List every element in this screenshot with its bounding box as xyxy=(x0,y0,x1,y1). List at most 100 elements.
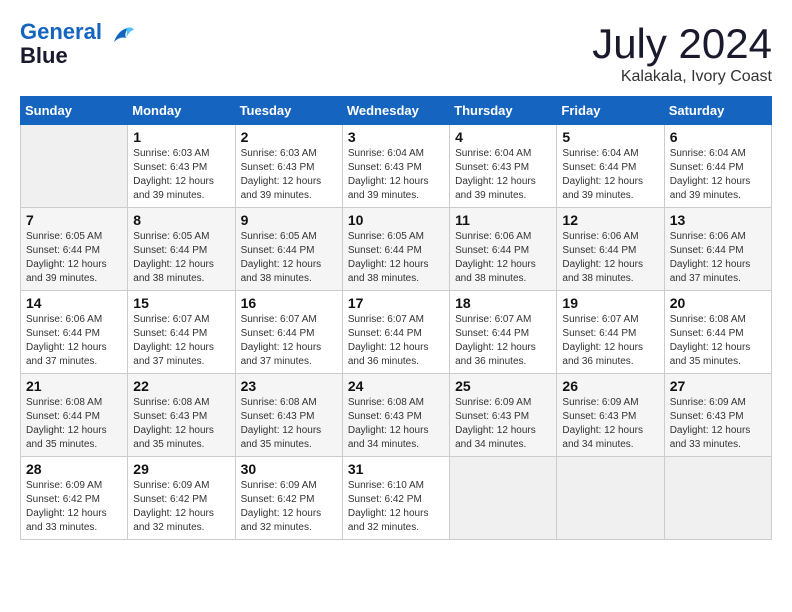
calendar-day-cell: 13 Sunrise: 6:06 AMSunset: 6:44 PMDayligh… xyxy=(664,208,771,291)
calendar-week-row: 21 Sunrise: 6:08 AMSunset: 6:44 PMDayligh… xyxy=(21,374,772,457)
day-info: Sunrise: 6:07 AMSunset: 6:44 PMDaylight:… xyxy=(133,313,229,369)
day-number: 2 xyxy=(241,129,337,145)
day-number: 23 xyxy=(241,378,337,394)
logo-bird-icon xyxy=(106,22,136,57)
day-number: 31 xyxy=(348,461,444,477)
calendar-day-cell: 2Sunrise: 6:03 AMSunset: 6:43 PMDaylight… xyxy=(235,125,342,208)
day-number: 15 xyxy=(133,295,229,311)
day-number: 12 xyxy=(562,212,658,228)
day-info: Sunrise: 6:09 AMSunset: 6:43 PMDaylight:… xyxy=(562,396,658,452)
day-number: 14 xyxy=(26,295,122,311)
calendar-day-cell: 31 Sunrise: 6:10 AMSunset: 6:42 PMDayligh… xyxy=(342,457,449,540)
day-number: 18 xyxy=(455,295,551,311)
day-number: 9 xyxy=(241,212,337,228)
calendar-day-cell: 30Sunrise: 6:09 AMSunset: 6:42 PMDayligh… xyxy=(235,457,342,540)
calendar-day-cell: 15 Sunrise: 6:07 AMSunset: 6:44 PMDayligh… xyxy=(128,291,235,374)
calendar-day-cell xyxy=(557,457,664,540)
day-info: Sunrise: 6:08 AMSunset: 6:43 PMDaylight:… xyxy=(241,396,337,452)
col-monday: Monday xyxy=(128,97,235,125)
day-info: Sunrise: 6:09 AMSunset: 6:43 PMDaylight:… xyxy=(455,396,551,452)
calendar-day-cell: 5 Sunrise: 6:04 AMSunset: 6:44 PMDaylight… xyxy=(557,125,664,208)
calendar-day-cell: 3 Sunrise: 6:04 AMSunset: 6:43 PMDaylight… xyxy=(342,125,449,208)
day-number: 21 xyxy=(26,378,122,394)
calendar-day-cell: 29 Sunrise: 6:09 AMSunset: 6:42 PMDayligh… xyxy=(128,457,235,540)
day-number: 16 xyxy=(241,295,337,311)
day-number: 17 xyxy=(348,295,444,311)
day-info: Sunrise: 6:10 AMSunset: 6:42 PMDaylight:… xyxy=(348,479,444,535)
calendar-day-cell: 7 Sunrise: 6:05 AMSunset: 6:44 PMDaylight… xyxy=(21,208,128,291)
day-info: Sunrise: 6:04 AMSunset: 6:44 PMDaylight:… xyxy=(562,147,658,203)
day-number: 3 xyxy=(348,129,444,145)
calendar-day-cell: 8Sunrise: 6:05 AMSunset: 6:44 PMDaylight… xyxy=(128,208,235,291)
title-area: July 2024 Kalakala, Ivory Coast xyxy=(592,20,772,86)
calendar-day-cell: 27 Sunrise: 6:09 AMSunset: 6:43 PMDayligh… xyxy=(664,374,771,457)
calendar-day-cell: 16Sunrise: 6:07 AMSunset: 6:44 PMDayligh… xyxy=(235,291,342,374)
day-info: Sunrise: 6:04 AMSunset: 6:43 PMDaylight:… xyxy=(348,147,444,203)
calendar-day-cell xyxy=(664,457,771,540)
calendar-week-row: 7 Sunrise: 6:05 AMSunset: 6:44 PMDaylight… xyxy=(21,208,772,291)
day-number: 19 xyxy=(562,295,658,311)
calendar-day-cell: 25 Sunrise: 6:09 AMSunset: 6:43 PMDayligh… xyxy=(450,374,557,457)
day-info: Sunrise: 6:06 AMSunset: 6:44 PMDaylight:… xyxy=(455,230,551,286)
calendar-header-row: Sunday Monday Tuesday Wednesday Thursday… xyxy=(21,97,772,125)
col-thursday: Thursday xyxy=(450,97,557,125)
col-wednesday: Wednesday xyxy=(342,97,449,125)
day-info: Sunrise: 6:06 AMSunset: 6:44 PMDaylight:… xyxy=(26,313,122,369)
calendar-day-cell: 28 Sunrise: 6:09 AMSunset: 6:42 PMDayligh… xyxy=(21,457,128,540)
calendar-day-cell: 12Sunrise: 6:06 AMSunset: 6:44 PMDayligh… xyxy=(557,208,664,291)
day-number: 7 xyxy=(26,212,122,228)
calendar-day-cell xyxy=(450,457,557,540)
calendar-day-cell xyxy=(21,125,128,208)
day-number: 13 xyxy=(670,212,766,228)
calendar-day-cell: 4Sunrise: 6:04 AMSunset: 6:43 PMDaylight… xyxy=(450,125,557,208)
day-info: Sunrise: 6:08 AMSunset: 6:44 PMDaylight:… xyxy=(26,396,122,452)
day-number: 6 xyxy=(670,129,766,145)
day-number: 27 xyxy=(670,378,766,394)
calendar-day-cell: 24Sunrise: 6:08 AMSunset: 6:43 PMDayligh… xyxy=(342,374,449,457)
calendar-day-cell: 21 Sunrise: 6:08 AMSunset: 6:44 PMDayligh… xyxy=(21,374,128,457)
month-title: July 2024 xyxy=(592,20,772,68)
day-number: 5 xyxy=(562,129,658,145)
location-subtitle: Kalakala, Ivory Coast xyxy=(592,68,772,86)
day-number: 29 xyxy=(133,461,229,477)
day-number: 4 xyxy=(455,129,551,145)
day-number: 11 xyxy=(455,212,551,228)
day-number: 28 xyxy=(26,461,122,477)
day-number: 25 xyxy=(455,378,551,394)
day-info: Sunrise: 6:05 AMSunset: 6:44 PMDaylight:… xyxy=(241,230,337,286)
day-number: 20 xyxy=(670,295,766,311)
calendar-day-cell: 18 Sunrise: 6:07 AMSunset: 6:44 PMDayligh… xyxy=(450,291,557,374)
col-saturday: Saturday xyxy=(664,97,771,125)
calendar-day-cell: 20Sunrise: 6:08 AMSunset: 6:44 PMDayligh… xyxy=(664,291,771,374)
day-info: Sunrise: 6:05 AMSunset: 6:44 PMDaylight:… xyxy=(26,230,122,286)
calendar-day-cell: 14 Sunrise: 6:06 AMSunset: 6:44 PMDayligh… xyxy=(21,291,128,374)
day-info: Sunrise: 6:05 AMSunset: 6:44 PMDaylight:… xyxy=(348,230,444,286)
day-info: Sunrise: 6:07 AMSunset: 6:44 PMDaylight:… xyxy=(348,313,444,369)
day-number: 1 xyxy=(133,129,229,145)
day-number: 26 xyxy=(562,378,658,394)
calendar-day-cell: 26 Sunrise: 6:09 AMSunset: 6:43 PMDayligh… xyxy=(557,374,664,457)
day-info: Sunrise: 6:09 AMSunset: 6:42 PMDaylight:… xyxy=(26,479,122,535)
day-info: Sunrise: 6:09 AMSunset: 6:42 PMDaylight:… xyxy=(133,479,229,535)
day-info: Sunrise: 6:08 AMSunset: 6:43 PMDaylight:… xyxy=(133,396,229,452)
day-number: 8 xyxy=(133,212,229,228)
calendar-day-cell: 23 Sunrise: 6:08 AMSunset: 6:43 PMDayligh… xyxy=(235,374,342,457)
col-sunday: Sunday xyxy=(21,97,128,125)
day-number: 22 xyxy=(133,378,229,394)
day-number: 30 xyxy=(241,461,337,477)
day-info: Sunrise: 6:03 AMSunset: 6:43 PMDaylight:… xyxy=(133,147,229,203)
calendar-day-cell: 19 Sunrise: 6:07 AMSunset: 6:44 PMDayligh… xyxy=(557,291,664,374)
calendar-day-cell: 22 Sunrise: 6:08 AMSunset: 6:43 PMDayligh… xyxy=(128,374,235,457)
day-info: Sunrise: 6:06 AMSunset: 6:44 PMDaylight:… xyxy=(670,230,766,286)
calendar-day-cell: 6 Sunrise: 6:04 AMSunset: 6:44 PMDaylight… xyxy=(664,125,771,208)
day-info: Sunrise: 6:04 AMSunset: 6:44 PMDaylight:… xyxy=(670,147,766,203)
calendar-week-row: 1 Sunrise: 6:03 AMSunset: 6:43 PMDaylight… xyxy=(21,125,772,208)
calendar-table: Sunday Monday Tuesday Wednesday Thursday… xyxy=(20,96,772,540)
day-info: Sunrise: 6:09 AMSunset: 6:43 PMDaylight:… xyxy=(670,396,766,452)
day-info: Sunrise: 6:07 AMSunset: 6:44 PMDaylight:… xyxy=(562,313,658,369)
calendar-day-cell: 17 Sunrise: 6:07 AMSunset: 6:44 PMDayligh… xyxy=(342,291,449,374)
calendar-day-cell: 10Sunrise: 6:05 AMSunset: 6:44 PMDayligh… xyxy=(342,208,449,291)
day-info: Sunrise: 6:07 AMSunset: 6:44 PMDaylight:… xyxy=(455,313,551,369)
calendar-week-row: 28 Sunrise: 6:09 AMSunset: 6:42 PMDayligh… xyxy=(21,457,772,540)
calendar-week-row: 14 Sunrise: 6:06 AMSunset: 6:44 PMDayligh… xyxy=(21,291,772,374)
